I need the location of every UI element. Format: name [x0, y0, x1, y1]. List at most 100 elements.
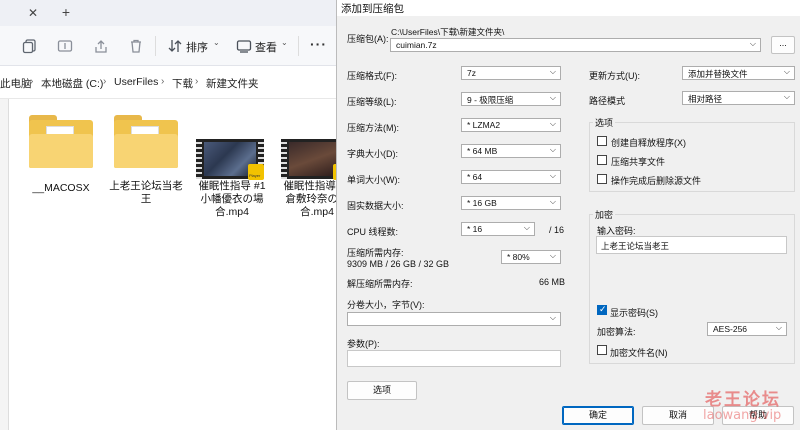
archive-path-text: C:\UserFiles\下载\新建文件夹\: [391, 27, 505, 37]
cpu-threads-label: CPU 线程数:: [347, 227, 399, 237]
format-label: 压缩格式(F):: [347, 71, 397, 81]
tab-strip: ✕ +: [0, 0, 345, 26]
dialog-title: 添加到压缩包: [341, 3, 404, 15]
show-password-label[interactable]: 显示密码(S): [610, 306, 658, 319]
decompress-memory-value: 66 MB: [539, 277, 566, 287]
ok-button[interactable]: 确定: [562, 406, 634, 425]
decompress-memory-label: 解压缩所需内存:: [347, 279, 413, 289]
chevron-down-icon: ⌵: [549, 171, 556, 180]
memory-label: 压缩所需内存:: [347, 248, 404, 258]
delete-after-checkbox[interactable]: [597, 174, 607, 184]
chevron-right-icon: ›: [161, 76, 165, 87]
solid-size-label: 固实数据大小:: [347, 201, 404, 211]
chevron-down-icon: ⌵: [523, 223, 530, 232]
folder-item[interactable]: __MACOSX: [22, 112, 100, 212]
sort-chevron-icon[interactable]: ⌄: [213, 38, 220, 47]
chevron-down-icon: ⌵: [775, 323, 782, 332]
options-group-title: 选项: [593, 116, 616, 129]
cpu-threads-total: / 16: [549, 225, 565, 235]
memory-percent-select[interactable]: * 80% ⌵: [501, 250, 561, 264]
rename-icon[interactable]: [57, 38, 73, 56]
split-size-label: 分卷大小，字节(V):: [347, 300, 425, 310]
share-icon[interactable]: [93, 38, 109, 56]
breadcrumb-drive[interactable]: 本地磁盘 (C:): [41, 76, 103, 91]
archive-name-combo[interactable]: cuimian.7z ⌵: [390, 38, 761, 52]
breadcrumb-new-folder[interactable]: 新建文件夹: [206, 76, 259, 91]
level-label: 压缩等级(L):: [347, 97, 397, 107]
path-mode-label: 路径模式: [589, 96, 626, 106]
new-tab-icon[interactable]: +: [58, 4, 74, 20]
breadcrumb-this-pc[interactable]: 此电脑: [0, 76, 32, 91]
show-password-checkbox[interactable]: [597, 304, 607, 315]
toolbar-divider: [155, 36, 156, 56]
memory-detail: 9309 MB / 26 GB / 32 GB: [347, 259, 450, 269]
watermark-url: laowang.vip: [703, 408, 782, 423]
video-file-item[interactable]: Player 催眠性指导 #1 小幡優衣の場合.mp4: [192, 112, 270, 222]
toolbar-divider: [298, 36, 299, 56]
chevron-down-icon: ⌵: [549, 67, 556, 76]
file-explorer-window: ✕ + 排序 ⌄ 查看 ⌄ ··· 此电脑 › 本地磁盘 (C:) › User…: [0, 0, 351, 430]
folder-item[interactable]: 上老王论坛当老王: [107, 112, 185, 212]
copy-icon[interactable]: [22, 38, 38, 56]
explorer-toolbar: 排序 ⌄ 查看 ⌄ ···: [0, 26, 345, 66]
archive-name-label: 压缩包(A):: [347, 34, 389, 44]
options-button[interactable]: 选项: [347, 381, 417, 400]
level-select[interactable]: 9 - 极限压缩 ⌵: [461, 92, 561, 106]
chevron-down-icon: ⌵: [549, 119, 556, 128]
sfx-label[interactable]: 创建自释放程序(X): [611, 136, 686, 149]
method-label: 压缩方法(M):: [347, 123, 399, 133]
dict-size-select[interactable]: * 64 MB ⌵: [461, 144, 561, 158]
close-tab-icon[interactable]: ✕: [26, 6, 40, 20]
breadcrumb-downloads[interactable]: 下载: [172, 76, 193, 91]
sort-button[interactable]: 排序: [186, 39, 208, 55]
chevron-down-icon: ⌵: [549, 145, 556, 154]
navigation-pane[interactable]: [0, 99, 9, 430]
params-label: 参数(P):: [347, 339, 380, 349]
browse-button[interactable]: ...: [771, 36, 795, 54]
split-size-combo[interactable]: ⌵: [347, 312, 561, 326]
dict-size-label: 字典大小(D):: [347, 149, 398, 159]
path-mode-select[interactable]: 相对路径 ⌵: [682, 91, 795, 105]
encryption-method-select[interactable]: AES-256 ⌵: [707, 322, 787, 336]
sort-icon[interactable]: [167, 38, 183, 56]
chevron-down-icon: ⌵: [783, 67, 790, 76]
shared-files-checkbox[interactable]: [597, 155, 607, 165]
item-label: __MACOSX: [32, 182, 90, 194]
encryption-group-title: 加密: [593, 208, 616, 221]
chevron-right-icon: ›: [30, 76, 34, 87]
params-input[interactable]: [347, 350, 561, 367]
encrypt-filenames-label[interactable]: 加密文件名(N): [610, 346, 668, 359]
more-options-button[interactable]: ···: [310, 36, 327, 52]
solid-size-select[interactable]: * 16 GB ⌵: [461, 196, 561, 210]
method-select[interactable]: * LZMA2 ⌵: [461, 118, 561, 132]
delete-after-label[interactable]: 操作完成后删除源文件: [611, 174, 701, 187]
shared-files-label[interactable]: 压缩共享文件: [611, 155, 665, 168]
breadcrumb-userfiles[interactable]: UserFiles: [114, 76, 158, 88]
chevron-down-icon: ⌵: [549, 93, 556, 102]
watermark-text: 老王论坛: [705, 390, 781, 409]
chevron-down-icon: ⌵: [549, 313, 556, 322]
chevron-down-icon: ⌵: [549, 251, 556, 260]
chevron-right-icon: ›: [103, 76, 107, 87]
dialog-titlebar[interactable]: 添加到压缩包: [337, 0, 800, 16]
chevron-down-icon: ⌵: [749, 39, 756, 48]
address-bar[interactable]: 此电脑 › 本地磁盘 (C:) › UserFiles › 下载 › 新建文件夹: [0, 67, 345, 99]
format-select[interactable]: 7z ⌵: [461, 66, 561, 80]
chevron-right-icon: ›: [195, 76, 199, 87]
sfx-checkbox[interactable]: [597, 136, 607, 146]
update-mode-label: 更新方式(U):: [589, 71, 640, 81]
word-size-select[interactable]: * 64 ⌵: [461, 170, 561, 184]
item-label: 催眠性指导 #1 小幡優衣の場合.mp4: [198, 180, 266, 218]
encrypt-filenames-checkbox[interactable]: [597, 345, 607, 355]
view-icon[interactable]: [236, 39, 252, 55]
cpu-threads-select[interactable]: * 16 ⌵: [461, 222, 535, 236]
add-to-archive-dialog: 添加到压缩包 压缩包(A): C:\UserFiles\下载\新建文件夹\ cu…: [336, 0, 800, 430]
word-size-label: 单词大小(W):: [347, 175, 400, 185]
item-label: 上老王论坛当老王: [109, 180, 183, 205]
encryption-method-label: 加密算法:: [597, 327, 636, 337]
view-chevron-icon[interactable]: ⌄: [281, 38, 288, 47]
delete-icon[interactable]: [128, 38, 144, 56]
password-input[interactable]: 上老王论坛当老王: [596, 236, 787, 254]
view-button[interactable]: 查看: [255, 39, 277, 55]
update-mode-select[interactable]: 添加并替换文件 ⌵: [682, 66, 795, 80]
